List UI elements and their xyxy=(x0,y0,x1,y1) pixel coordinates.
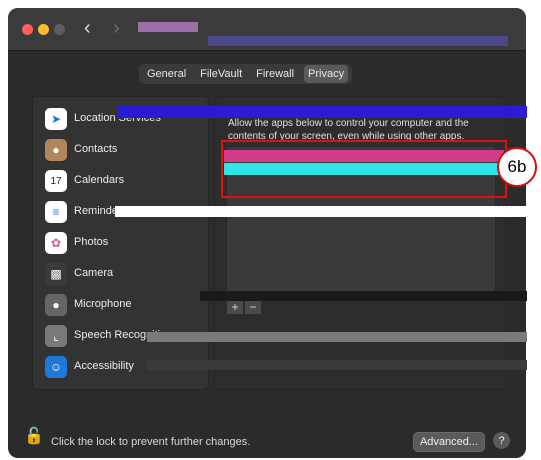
annotation-highlight-box xyxy=(221,140,507,198)
glitch-bar xyxy=(138,22,198,32)
tab-bar: General FileVault Firewall Privacy xyxy=(139,64,353,84)
minimize-window-button[interactable] xyxy=(38,24,49,35)
sidebar-item-label: Photos xyxy=(74,236,109,248)
microphone-icon: ● xyxy=(45,294,67,316)
calendar-icon: 17 xyxy=(45,170,67,192)
glitch-bar xyxy=(117,106,527,118)
glitch-bar xyxy=(200,291,527,301)
glitch-bar xyxy=(115,206,527,217)
help-button[interactable]: ? xyxy=(493,432,510,449)
sidebar-item-camera[interactable]: ▩ Camera xyxy=(39,260,204,288)
accessibility-person-icon: ☺ xyxy=(45,356,67,378)
tab-general[interactable]: General xyxy=(143,65,190,83)
tab-firewall[interactable]: Firewall xyxy=(252,65,298,83)
sidebar-item-label: Contacts xyxy=(74,143,118,155)
sidebar-item-label: Microphone xyxy=(74,298,132,310)
add-app-button[interactable]: + xyxy=(227,300,243,314)
zoom-window-button[interactable] xyxy=(54,24,65,35)
close-window-button[interactable] xyxy=(22,24,33,35)
reminders-list-icon: ≡ xyxy=(45,201,67,223)
sidebar-item-label: Camera xyxy=(74,267,114,279)
tab-privacy[interactable]: Privacy xyxy=(304,65,349,83)
glitch-bar xyxy=(147,332,527,342)
privacy-category-list: ➤ Location Services ● Contacts 17 Calend… xyxy=(32,96,209,390)
forward-arrow-icon[interactable]: › xyxy=(113,17,120,39)
photos-flower-icon: ✿ xyxy=(45,232,67,254)
glitch-bar xyxy=(147,360,527,370)
remove-app-button[interactable]: − xyxy=(245,300,261,314)
add-remove-controls: + − xyxy=(227,300,261,314)
advanced-button[interactable]: Advanced... xyxy=(413,432,485,452)
tab-filevault[interactable]: FileVault xyxy=(196,65,246,83)
sidebar-item-photos[interactable]: ✿ Photos xyxy=(39,229,204,257)
sidebar-item-calendars[interactable]: 17 Calendars xyxy=(39,167,204,195)
location-arrow-icon: ➤ xyxy=(45,108,67,130)
sidebar-item-label: Accessibility xyxy=(74,360,134,372)
sidebar-item-microphone[interactable]: ● Microphone xyxy=(39,291,204,319)
annotation-callout: 6b xyxy=(497,147,537,187)
lock-icon[interactable]: 🔓 xyxy=(24,426,44,446)
sidebar-item-contacts[interactable]: ● Contacts xyxy=(39,136,204,164)
camera-icon: ▩ xyxy=(45,263,67,285)
contacts-book-icon: ● xyxy=(45,139,67,161)
speech-waveform-icon: ⌞ xyxy=(45,325,67,347)
sidebar-item-label: Calendars xyxy=(74,174,125,186)
back-arrow-icon[interactable]: ‹ xyxy=(84,17,91,39)
glitch-bar xyxy=(208,36,508,46)
title-bar: ‹ › xyxy=(8,8,526,51)
lock-status-text: Click the lock to prevent further change… xyxy=(51,436,251,448)
